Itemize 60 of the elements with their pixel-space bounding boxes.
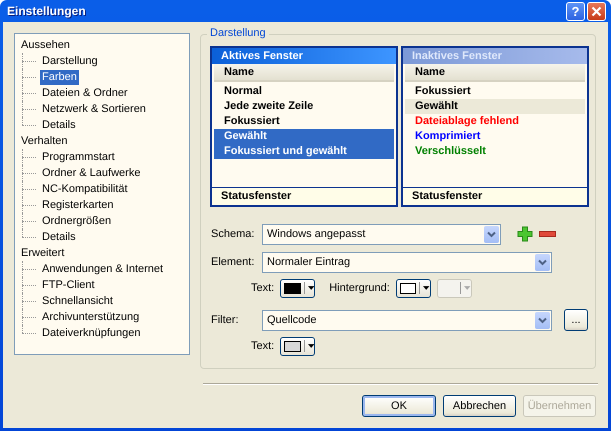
status-bar: Statusfenster — [403, 187, 587, 205]
list-row[interactable]: Fokussiert und gewählt — [214, 144, 394, 159]
field-label: Schema: — [211, 228, 256, 240]
tree-item[interactable]: Anwendungen & Internet — [40, 262, 166, 276]
add-icon[interactable] — [517, 226, 533, 242]
column-header[interactable]: Name — [405, 64, 585, 82]
color-picker[interactable] — [280, 336, 316, 356]
close-icon — [591, 6, 602, 16]
window-title: Einstellungen — [7, 4, 86, 18]
filter-dropdown[interactable]: Quellcode — [262, 310, 552, 330]
tree-item[interactable]: Details — [40, 118, 78, 132]
schema-dropdown[interactable]: Windows angepasst — [262, 224, 501, 244]
tree-item[interactable]: Registerkarten — [40, 198, 116, 212]
list-title: Aktives Fenster — [212, 48, 396, 64]
field-label: Filter: — [211, 314, 240, 326]
close-button[interactable] — [587, 2, 606, 20]
field-label: Hintergrund: — [329, 282, 390, 294]
element-dropdown[interactable]: Normaler Eintrag — [262, 252, 552, 272]
tree-item[interactable]: Archivunterstützung — [40, 310, 142, 324]
tree-item[interactable]: Programmstart — [40, 150, 117, 164]
tree-item[interactable]: Dateien & Ordner — [40, 86, 130, 100]
caret-icon — [308, 344, 314, 348]
field-label: Text: — [251, 340, 274, 352]
tree-item[interactable]: Darstellung — [40, 54, 100, 68]
list-row[interactable]: Normal — [214, 84, 394, 99]
column-header[interactable]: Name — [214, 64, 394, 82]
list-row[interactable]: Jede zweite Zeile — [214, 99, 394, 114]
caret-icon — [464, 286, 471, 290]
tree-item[interactable]: Ordner & Laufwerke — [40, 166, 142, 180]
list-row[interactable]: Dateiablage fehlend — [405, 114, 585, 129]
tree-item[interactable]: NC-Kompatibilität — [40, 182, 130, 196]
color-picker[interactable] — [396, 278, 431, 298]
tree-item[interactable]: Schnellansicht — [40, 294, 115, 308]
caret-icon — [423, 286, 430, 290]
list-row[interactable]: Fokussiert — [214, 114, 394, 129]
list-title: Inaktives Fenster — [403, 48, 587, 64]
color-picker[interactable] — [280, 278, 316, 298]
tree-item[interactable]: Aussehen — [19, 38, 72, 52]
list-row[interactable]: Fokussiert — [405, 84, 585, 99]
tree-item[interactable]: Details — [40, 230, 78, 244]
field-label: Text: — [251, 282, 274, 294]
dialog-button[interactable]: Abbrechen — [443, 395, 516, 417]
status-bar: Statusfenster — [212, 187, 396, 205]
list-row[interactable]: Komprimiert — [405, 129, 585, 144]
tree-item[interactable]: Netzwerk & Sortieren — [40, 102, 148, 116]
list-row[interactable]: Gewählt — [214, 129, 394, 144]
list-row[interactable]: Verschlüsselt — [405, 144, 585, 159]
browse-button[interactable]: ... — [564, 309, 588, 331]
tree-item[interactable]: Dateiverknüpfungen — [40, 326, 142, 340]
tree-item[interactable]: Farben — [40, 70, 79, 84]
dialog-button[interactable]: OK — [362, 395, 436, 417]
list-row[interactable]: Gewählt — [405, 99, 585, 114]
tree-item[interactable]: Verhalten — [19, 134, 70, 148]
field-label: Element: — [211, 256, 256, 268]
help-button[interactable]: ? — [566, 2, 585, 20]
tree-item[interactable]: FTP-Client — [40, 278, 97, 292]
tree-item[interactable]: Erweitert — [19, 246, 66, 260]
group-title: Darstellung — [207, 27, 269, 39]
caret-icon — [308, 286, 314, 290]
tree-item[interactable]: Ordnergrößen — [40, 214, 114, 228]
